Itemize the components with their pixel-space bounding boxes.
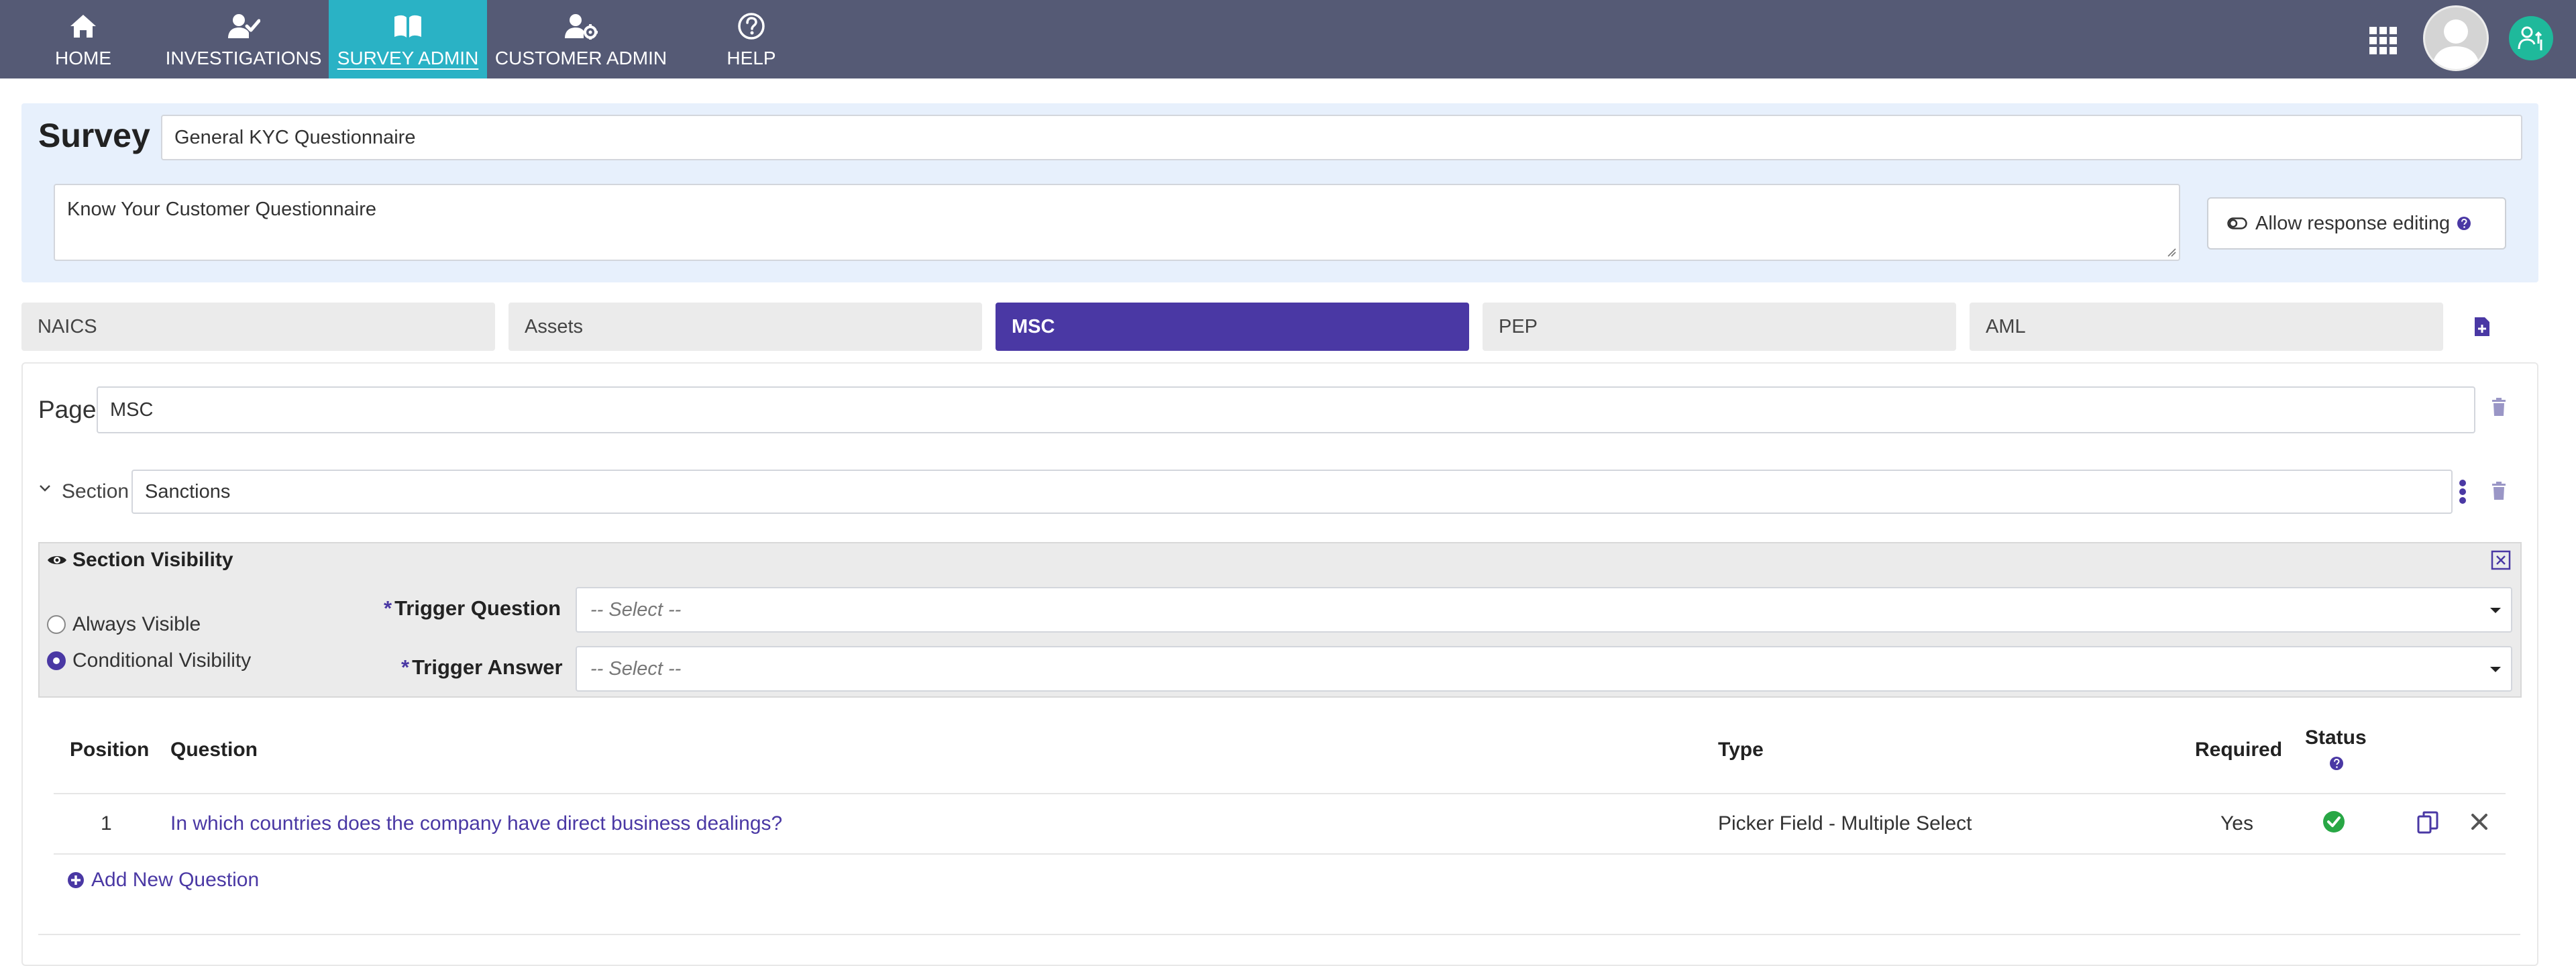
close-icon[interactable] [2470, 812, 2489, 831]
check-circle-icon [2322, 810, 2345, 833]
apps-grid-icon[interactable] [2369, 27, 2398, 55]
survey-name-input[interactable]: General KYC Questionnaire [161, 115, 2522, 160]
trigger-question-placeholder: -- Select -- [590, 598, 682, 621]
tab-naics[interactable]: NAICS [21, 303, 495, 351]
page-name-input[interactable]: MSC [97, 386, 2475, 433]
close-icon[interactable] [2491, 550, 2511, 570]
trigger-answer-select[interactable]: -- Select -- [576, 646, 2512, 692]
section-divider [38, 934, 2520, 935]
chevron-down-icon[interactable] [39, 484, 51, 492]
plus-circle-icon [67, 871, 85, 889]
table-row-divider [54, 853, 2506, 855]
survey-title-label: Survey [38, 117, 150, 154]
home-icon [68, 10, 98, 42]
cell-position: 1 [101, 812, 112, 835]
radio-button-selected[interactable] [47, 651, 66, 670]
radio-always-visible[interactable]: Always Visible [47, 613, 201, 636]
copy-icon[interactable] [2417, 811, 2438, 834]
nav-investigations-label: INVESTIGATIONS [165, 47, 322, 68]
toggle-icon [2227, 217, 2247, 229]
section-name-input[interactable]: Sanctions [131, 470, 2453, 514]
user-gear-icon [564, 10, 598, 42]
survey-description-value: Know Your Customer Questionnaire [67, 199, 377, 220]
cell-required: Yes [2220, 812, 2253, 835]
question-link[interactable]: In which countries does the company have… [170, 812, 782, 836]
cell-type: Picker Field - Multiple Select [1718, 812, 1972, 835]
add-new-question-label: Add New Question [91, 869, 260, 891]
trigger-answer-label-text: Trigger Answer [412, 655, 563, 679]
user-check-icon [227, 10, 260, 42]
nav-help-label: HELP [727, 47, 776, 68]
radio-conditional-visibility[interactable]: Conditional Visibility [47, 649, 251, 672]
nav-help[interactable]: HELP [718, 0, 785, 78]
required-asterisk: * [384, 596, 392, 620]
nav-investigations[interactable]: INVESTIGATIONS [165, 0, 322, 78]
conditional-visibility-label: Conditional Visibility [72, 649, 252, 672]
caret-down-icon [2489, 666, 2502, 673]
resize-grip-icon[interactable] [2167, 248, 2176, 257]
trigger-answer-placeholder: -- Select -- [590, 657, 682, 680]
page-name-value: MSC [110, 398, 154, 421]
help-icon[interactable] [2329, 756, 2344, 771]
column-header-status: Status [2305, 727, 2367, 749]
section-name-value: Sanctions [145, 480, 231, 502]
trigger-question-label-text: Trigger Question [394, 596, 561, 620]
page-label: Page [38, 396, 97, 423]
add-page-icon[interactable] [2474, 317, 2490, 337]
caret-down-icon [2489, 607, 2502, 614]
vertical-ellipsis-icon[interactable] [2459, 479, 2467, 504]
tab-msc[interactable]: MSC [996, 303, 1469, 351]
nav-customer-admin[interactable]: CUSTOMER ADMIN [494, 0, 667, 78]
delete-section-icon[interactable] [2491, 482, 2506, 500]
tab-assets[interactable]: Assets [508, 303, 982, 351]
nav-survey-admin-label: SURVEY ADMIN [337, 47, 479, 68]
tab-aml[interactable]: AML [1970, 303, 2443, 351]
add-new-question-link[interactable]: Add New Question [67, 869, 259, 892]
column-header-required: Required [2195, 739, 2283, 761]
column-header-question: Question [170, 739, 258, 761]
trigger-answer-label: * Trigger Answer [401, 655, 563, 680]
section-label: Section [62, 480, 129, 502]
nav-survey-admin[interactable]: SURVEY ADMIN [329, 0, 487, 78]
top-navigation-bar: HOME INVESTIGATIONS SURVEY ADMIN CUSTOME… [0, 0, 2576, 78]
delete-page-icon[interactable] [2491, 398, 2506, 417]
trigger-question-label: * Trigger Question [384, 596, 561, 621]
section-visibility-title: Section Visibility [72, 549, 233, 571]
question-circle-icon [737, 10, 765, 42]
trigger-question-select[interactable]: -- Select -- [576, 587, 2512, 633]
allow-response-editing-label: Allow response editing [2255, 212, 2451, 234]
help-icon[interactable] [2457, 216, 2471, 231]
required-asterisk: * [401, 655, 410, 679]
survey-description-textarea[interactable]: Know Your Customer Questionnaire [54, 184, 2180, 261]
column-header-position: Position [70, 739, 150, 761]
survey-name-value: General KYC Questionnaire [174, 126, 416, 148]
always-visible-label: Always Visible [72, 613, 201, 635]
nav-home-label: HOME [55, 47, 111, 68]
nav-home[interactable]: HOME [36, 0, 130, 78]
nav-customer-admin-label: CUSTOMER ADMIN [494, 47, 667, 68]
eye-icon [47, 553, 67, 567]
radio-button[interactable] [47, 615, 66, 634]
column-header-type: Type [1718, 739, 1764, 761]
avatar[interactable] [2423, 5, 2489, 71]
table-header-divider [54, 793, 2506, 794]
book-open-icon [392, 10, 423, 42]
allow-response-editing-toggle[interactable]: Allow response editing [2207, 197, 2506, 250]
tab-pep[interactable]: PEP [1483, 303, 1956, 351]
user-switch-icon[interactable] [2509, 16, 2553, 60]
section-visibility-header: Section Visibility [47, 549, 233, 572]
